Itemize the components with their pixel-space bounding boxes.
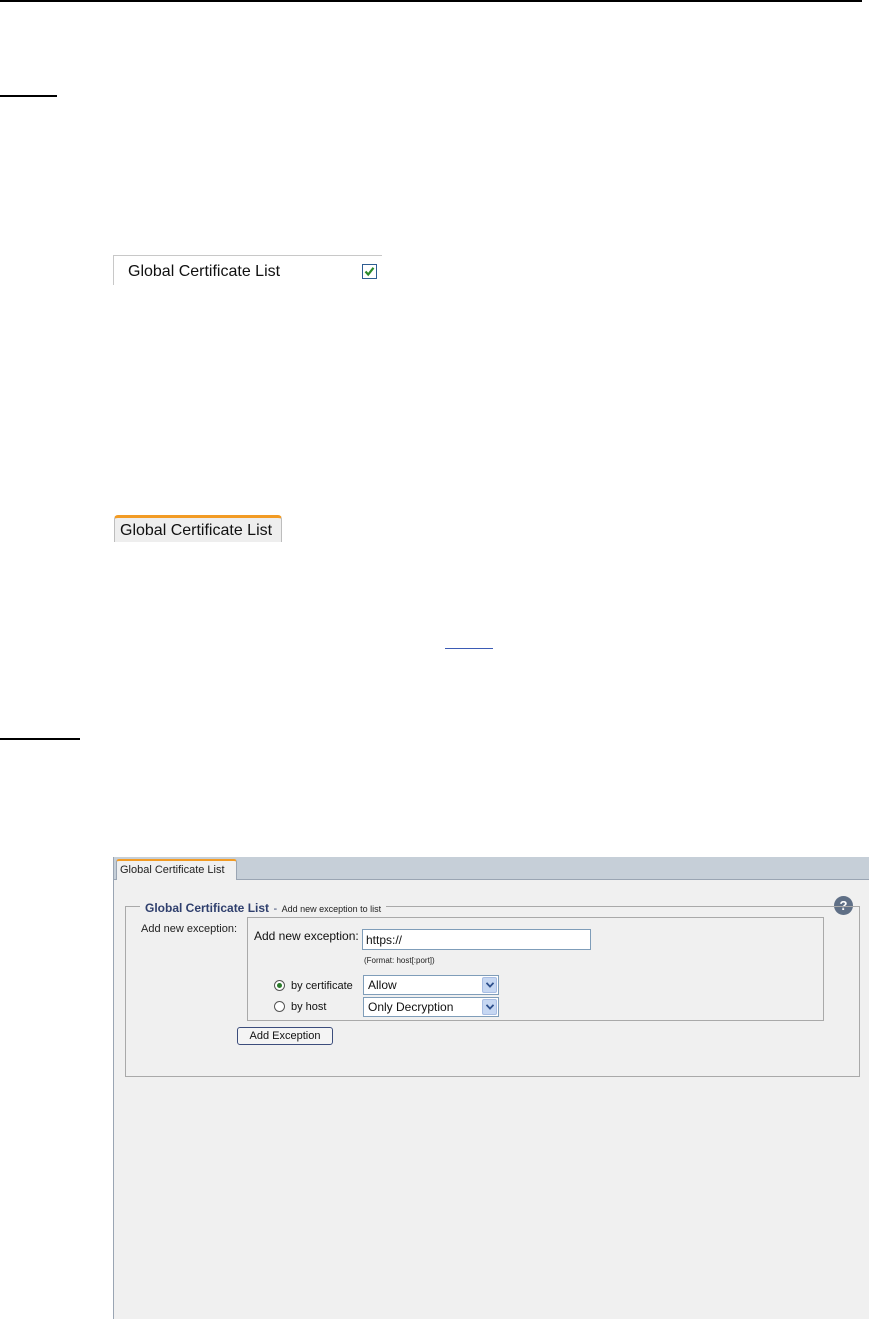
radio-by-certificate[interactable] bbox=[274, 980, 285, 991]
link-underline[interactable] bbox=[445, 648, 493, 649]
checkbox-row-label: Global Certificate List bbox=[128, 263, 281, 280]
host-action-value: Only Decryption bbox=[368, 1000, 454, 1014]
inner-add-exception-label: Add new exception: bbox=[254, 929, 359, 943]
certificate-action-select[interactable]: Allow bbox=[363, 975, 499, 995]
global-certificate-list-tab-snippet[interactable]: Global Certificate List bbox=[114, 515, 282, 542]
outer-add-exception-label: Add new exception: bbox=[141, 923, 238, 935]
add-exception-box: Add new exception: (Format: host[:port])… bbox=[247, 917, 824, 1021]
certificate-action-value: Allow bbox=[368, 978, 397, 992]
add-exception-button[interactable]: Add Exception bbox=[237, 1027, 333, 1045]
tab-global-certificate-list[interactable]: Global Certificate List bbox=[116, 859, 237, 880]
radio-by-host-label: by host bbox=[291, 1001, 327, 1013]
legend-title: Global Certificate List bbox=[145, 901, 270, 915]
legend-separator: - bbox=[273, 903, 278, 915]
exception-url-input[interactable] bbox=[362, 929, 591, 950]
tab-snippet-label: Global Certificate List bbox=[120, 522, 273, 539]
legend-subtitle: Add new exception to list bbox=[281, 904, 382, 914]
fieldset-legend: Global Certificate List - Add new except… bbox=[140, 899, 387, 917]
radio-by-host[interactable] bbox=[274, 1001, 285, 1012]
heading-underline bbox=[0, 95, 57, 97]
global-certificate-list-checkbox[interactable] bbox=[362, 264, 377, 279]
heading-underline-2 bbox=[0, 738, 80, 740]
checkmark-icon bbox=[364, 267, 375, 277]
chevron-down-icon bbox=[482, 999, 497, 1015]
certificate-panel: Global Certificate List ? Global Certifi… bbox=[113, 857, 869, 1319]
chevron-down-icon bbox=[482, 977, 497, 993]
radio-by-certificate-label: by certificate bbox=[291, 980, 353, 992]
top-rule bbox=[0, 0, 862, 2]
tab-label: Global Certificate List bbox=[120, 864, 225, 876]
format-hint: (Format: host[:port]) bbox=[364, 956, 435, 965]
host-action-select[interactable]: Only Decryption bbox=[363, 997, 499, 1017]
global-certificate-list-checkbox-row: Global Certificate List bbox=[113, 255, 382, 285]
tab-bar: Global Certificate List bbox=[114, 857, 869, 880]
